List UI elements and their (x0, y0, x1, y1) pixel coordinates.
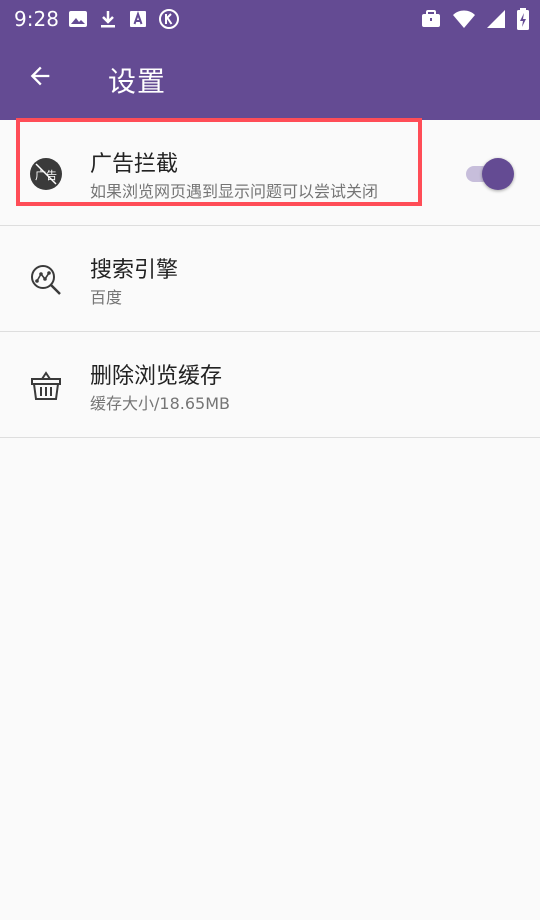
settings-list: 广告 广告拦截 如果浏览网页遇到显示问题可以尝试关闭 搜索引擎 百度 删除浏览缓… (0, 120, 540, 438)
back-button[interactable] (18, 56, 62, 100)
toggle-thumb (482, 158, 514, 190)
app-bar: 设置 (0, 36, 540, 120)
setting-title: 删除浏览缓存 (90, 364, 223, 389)
arrow-left-icon (26, 62, 54, 94)
setting-subtitle: 如果浏览网页遇到显示问题可以尝试关闭 (90, 182, 379, 201)
k-circle-icon (158, 8, 180, 34)
page-title: 设置 (108, 65, 167, 98)
setting-subtitle: 缓存大小/18.65MB (90, 394, 230, 413)
battery-charging-icon (516, 8, 530, 34)
signal-icon (486, 9, 506, 33)
status-left-icons (68, 8, 180, 34)
wifi-icon (452, 9, 476, 33)
setting-clear-cache[interactable]: 删除浏览缓存 缓存大小/18.65MB (0, 332, 540, 438)
svg-text:广告: 广告 (35, 169, 57, 182)
briefcase-icon (420, 9, 442, 33)
search-engine-icon (26, 260, 66, 300)
ad-block-icon: 广告 (26, 154, 66, 194)
ad-block-toggle[interactable] (464, 158, 514, 190)
basket-icon (26, 366, 66, 406)
setting-subtitle: 百度 (90, 288, 123, 307)
setting-search-engine[interactable]: 搜索引擎 百度 (0, 226, 540, 332)
download-icon (98, 9, 118, 33)
image-icon (68, 9, 88, 33)
status-right-icons (420, 8, 530, 34)
setting-title: 搜索引擎 (90, 258, 179, 283)
a-square-icon (128, 9, 148, 33)
status-time: 9:28 (14, 7, 59, 31)
setting-ad-block[interactable]: 广告 广告拦截 如果浏览网页遇到显示问题可以尝试关闭 (0, 120, 540, 226)
status-bar: 9:28 (0, 0, 540, 36)
setting-title: 广告拦截 (90, 152, 179, 177)
